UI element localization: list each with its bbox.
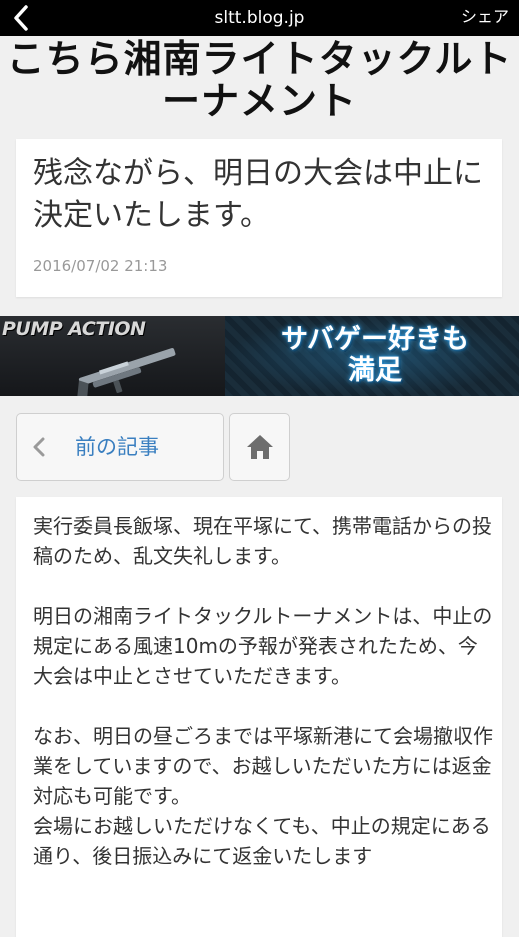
body-paragraph-3: なお、明日の昼ごろまでは平塚新港にて会場撤収作業をしていますので、お越しいただい… — [33, 724, 493, 808]
browser-top-bar: sltt.blog.jp シェア — [0, 0, 519, 36]
post-header-card: 残念ながら、明日の大会は中止に決定いたします。 2016/07/02 21:13 — [16, 139, 502, 297]
shotgun-icon — [76, 348, 176, 396]
ad-tagline-line1: サバゲー好きも — [281, 324, 469, 355]
ad-brand-logo: PUMP ACTION — [2, 318, 146, 340]
ad-tagline: サバゲー好きも 満足 — [240, 324, 510, 386]
body-paragraph-2: 明日の湘南ライトタックルトーナメントは、中止の規定にある風速10mの予報が発表さ… — [33, 604, 493, 688]
home-button[interactable] — [229, 413, 290, 481]
previous-article-label: 前の記事 — [75, 435, 159, 459]
ad-tagline-line2: 満足 — [348, 355, 402, 386]
body-paragraph-1: 実行委員長飯塚、現在平塚にて、携帯電話からの投稿のため、乱文失礼します。 — [33, 514, 492, 568]
share-button[interactable]: シェア — [461, 0, 509, 36]
post-date: 2016/07/02 21:13 — [33, 257, 168, 275]
blog-title[interactable]: こちら湘南ライトタックルトーナメント — [0, 38, 519, 122]
url-label: sltt.blog.jp — [214, 8, 305, 28]
post-title: 残念ながら、明日の大会は中止に決定いたします。 — [33, 156, 483, 233]
post-body-card: 実行委員長飯塚、現在平塚にて、携帯電話からの投稿のため、乱文失礼します。 明日の… — [16, 497, 502, 937]
post-body: 実行委員長飯塚、現在平塚にて、携帯電話からの投稿のため、乱文失礼します。 明日の… — [33, 511, 495, 871]
chevron-left-icon — [33, 437, 45, 457]
previous-article-button[interactable]: 前の記事 — [16, 413, 224, 481]
body-paragraph-4: 会場にお越しいただけなくても、中止の規定にある通り、後日振込みにて返金いたします — [33, 814, 491, 868]
home-icon — [247, 435, 273, 459]
ad-banner[interactable]: PUMP ACTION サバゲー好きも 満足 — [0, 316, 519, 396]
